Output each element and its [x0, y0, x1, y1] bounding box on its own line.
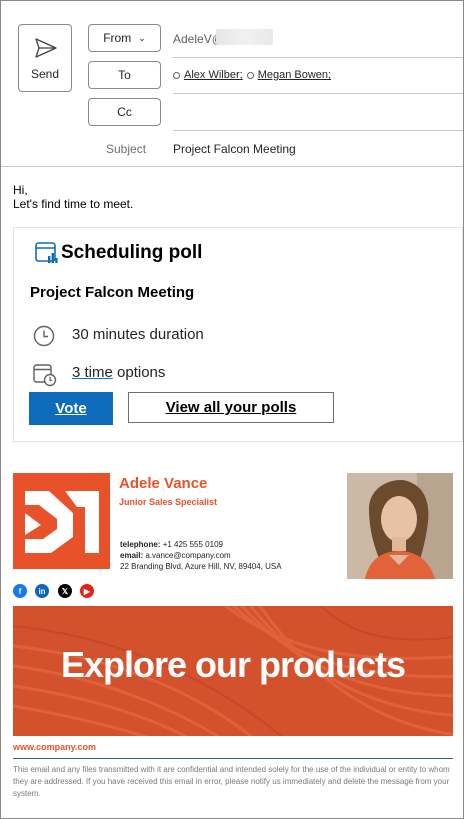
signature-contact: telephone: +1 425 555 0109 email: a.vanc…	[120, 539, 282, 572]
poll-meeting-name: Project Falcon Meeting	[30, 284, 195, 301]
message-text: Let's find time to meet.	[13, 197, 134, 211]
to-button[interactable]: To	[88, 61, 161, 89]
presence-icon	[246, 71, 254, 79]
linkedin-icon[interactable]: in	[35, 584, 49, 598]
poll-duration: 30 minutes duration	[72, 326, 204, 343]
signature-role: Junior Sales Specialist	[119, 497, 218, 507]
view-all-polls-button[interactable]: View all your polls	[128, 392, 334, 423]
to-label: To	[118, 68, 131, 82]
send-icon	[35, 38, 57, 58]
poll-options: 3 time options	[72, 364, 165, 381]
email-disclaimer: This email and any files transmitted wit…	[13, 765, 450, 798]
banner-headline: Explore our products	[60, 644, 406, 685]
redacted-address	[216, 29, 273, 45]
subject-label: Subject	[106, 142, 147, 156]
chevron-down-icon: ⌄	[138, 32, 146, 43]
poll-title: Scheduling poll	[61, 242, 203, 263]
divider	[173, 93, 463, 94]
vote-button[interactable]: Vote	[29, 392, 113, 425]
divider	[13, 758, 453, 759]
compose-window: Send From ⌄ AdeleV@ To Alex Wilber; Mega…	[0, 0, 464, 819]
greeting-text: Hi,	[13, 183, 28, 197]
calendar-clock-icon	[33, 364, 57, 387]
cc-button[interactable]: Cc	[88, 98, 161, 126]
recipient-name: Alex Wilber;	[184, 69, 243, 81]
company-logo	[13, 473, 110, 569]
send-button[interactable]: Send	[18, 24, 72, 92]
presence-icon	[173, 71, 180, 79]
divider	[1, 166, 463, 167]
products-banner[interactable]: Explore our products	[13, 606, 453, 736]
recipient-name: Megan Bowen;	[257, 69, 332, 81]
to-recipients-field[interactable]: Alex Wilber; Megan Bowen;	[173, 69, 335, 81]
x-icon[interactable]: 𝕏	[58, 584, 72, 598]
subject-input[interactable]: Project Falcon Meeting	[173, 142, 296, 156]
signature-name: Adele Vance	[119, 475, 208, 492]
profile-photo	[347, 473, 453, 579]
email-value[interactable]: a.vance@company.com	[145, 551, 230, 560]
telephone-label: telephone:	[120, 540, 161, 549]
from-label: From	[103, 31, 132, 45]
cc-label: Cc	[117, 105, 132, 119]
message-body[interactable]: Hi, Let's find time to meet.	[13, 183, 133, 211]
recipient-chip[interactable]: Megan Bowen;	[246, 69, 332, 81]
poll-options-count: 3 time	[72, 364, 113, 381]
poll-options-suffix: options	[112, 364, 166, 381]
email-label: email:	[120, 551, 144, 560]
company-website-link[interactable]: www.company.com	[13, 742, 96, 752]
recipient-chip[interactable]: Alex Wilber;	[173, 69, 243, 81]
from-button[interactable]: From ⌄	[88, 24, 161, 52]
telephone-value: +1 425 555 0109	[162, 540, 223, 549]
address-value: 22 Branding Blvd, Azure Hill, NV, 89404,…	[120, 562, 282, 571]
send-label: Send	[30, 67, 60, 81]
cc-input[interactable]	[173, 130, 463, 131]
clock-icon	[33, 325, 55, 347]
youtube-icon[interactable]: ▶	[80, 584, 94, 598]
facebook-icon[interactable]: f	[13, 584, 27, 598]
scheduling-poll-card: Scheduling poll Project Falcon Meeting 3…	[13, 227, 463, 442]
divider	[173, 57, 463, 58]
scheduling-poll-icon	[35, 242, 58, 263]
